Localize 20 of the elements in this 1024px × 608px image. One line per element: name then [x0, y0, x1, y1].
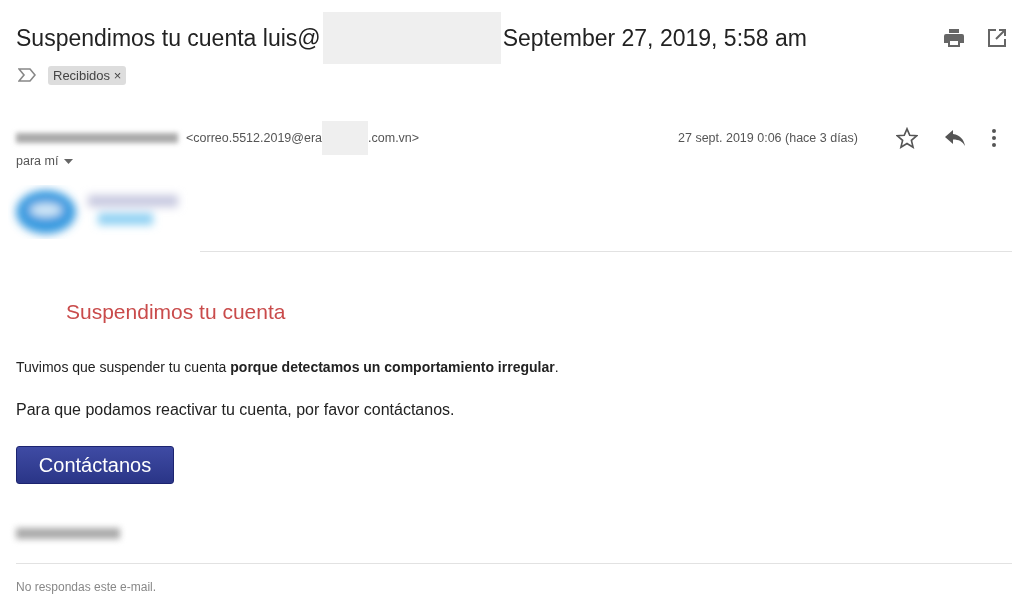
body-paragraph: Tuvimos que suspender tu cuenta porque detectamos un comportamiento irregular. [16, 359, 560, 375]
sender-email: <correo.5512.2019@era [186, 131, 323, 145]
sender-email-domain: .com.vn> [368, 131, 420, 145]
more-options-icon[interactable] [992, 129, 996, 147]
label-chip[interactable]: Recibidos × [48, 65, 127, 85]
star-icon[interactable] [896, 127, 918, 149]
remove-label-button[interactable]: × [113, 67, 122, 83]
body-paragraph: Para que podamos reactivar tu cuenta, por favor contáctanos. [16, 401, 456, 419]
subject-text: Suspendimos tu cuenta luis@ [16, 24, 321, 52]
footer-note: No respondas este e-mail. [16, 580, 158, 594]
reply-icon[interactable] [944, 129, 966, 147]
recipient-dropdown[interactable]: para mí [16, 154, 74, 168]
subject-date: September 27, 2019, 5:58 am [502, 24, 807, 52]
caret-icon [64, 158, 74, 164]
contact-button[interactable]: Contáctanos [16, 446, 174, 484]
importance-marker-icon[interactable] [18, 68, 36, 82]
print-icon[interactable] [944, 29, 964, 47]
external-link-icon[interactable] [988, 29, 1006, 47]
email-heading: Suspendimos tu cuenta [66, 300, 287, 324]
message-date: 27 sept. 2019 0:06 (hace 3 días) [678, 131, 858, 145]
